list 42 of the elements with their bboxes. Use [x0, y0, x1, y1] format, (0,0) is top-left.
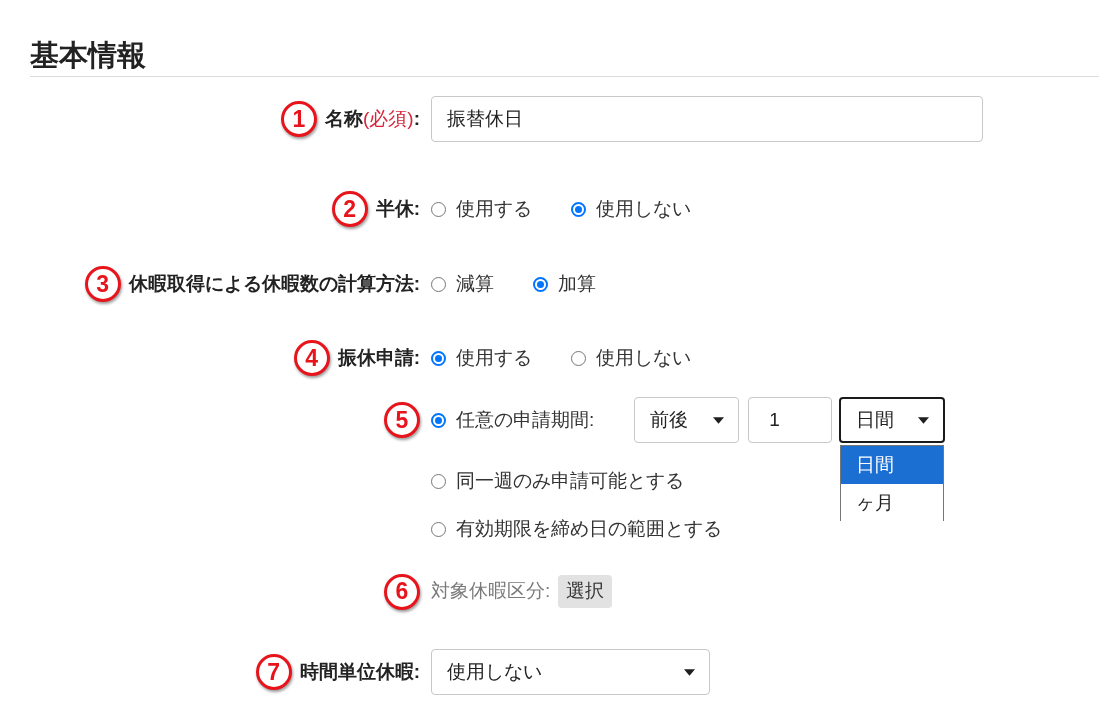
field-label: 振休申請: — [337, 345, 420, 370]
radio-label[interactable]: 使用する — [456, 194, 532, 224]
radio-button[interactable] — [431, 412, 446, 428]
number-badge: 5 — [384, 402, 420, 438]
dropdown-select[interactable]: 使用しない — [431, 649, 710, 695]
radio-button[interactable] — [533, 276, 548, 292]
number-badge: 7 — [255, 654, 292, 690]
radio-label[interactable]: 使用しない — [596, 343, 691, 373]
radio-button[interactable] — [431, 473, 446, 489]
caret-down-icon — [713, 416, 725, 424]
radio-label[interactable]: 使用しない — [596, 194, 691, 224]
field-label: 休暇取得による休暇数の計算方法: — [128, 271, 420, 296]
number-badge: 3 — [84, 266, 121, 302]
dropdown-select[interactable]: 前後 — [634, 397, 740, 443]
field-label: 名称(必須): — [325, 106, 420, 131]
dropdown-option[interactable]: 日間 — [841, 446, 944, 484]
select-button[interactable]: 選択 — [558, 575, 613, 608]
radio-button[interactable] — [571, 350, 586, 366]
field-label: 時間単位休暇: — [299, 659, 420, 684]
number-badge: 4 — [293, 340, 330, 376]
radio-button[interactable] — [431, 521, 446, 537]
caret-down-icon — [918, 416, 930, 424]
radio-button[interactable] — [431, 276, 446, 292]
section-title: 基本情報 — [30, 38, 147, 72]
dropdown-select[interactable]: 日間 — [839, 397, 946, 443]
field-label: 半休: — [375, 196, 420, 221]
field-label: 対象休暇区分: — [431, 579, 551, 604]
number-badge: 6 — [384, 573, 420, 610]
radio-button[interactable] — [571, 201, 586, 217]
radio-label[interactable]: 有効期限を締め日の範囲とする — [456, 514, 722, 544]
text-input[interactable]: 振替休日 — [431, 96, 983, 142]
radio-label[interactable]: 任意の申請期間: — [456, 405, 595, 435]
radio-label[interactable]: 加算 — [558, 269, 596, 299]
radio-button[interactable] — [431, 201, 446, 217]
radio-label[interactable]: 減算 — [456, 269, 494, 299]
caret-down-icon — [684, 668, 695, 676]
number-badge: 2 — [331, 191, 368, 227]
radio-button[interactable] — [431, 350, 446, 366]
radio-label[interactable]: 使用する — [456, 343, 532, 373]
number-badge: 1 — [281, 101, 317, 137]
radio-label[interactable]: 同一週のみ申請可能とする — [456, 466, 684, 496]
number-input[interactable]: 1 — [748, 397, 833, 443]
